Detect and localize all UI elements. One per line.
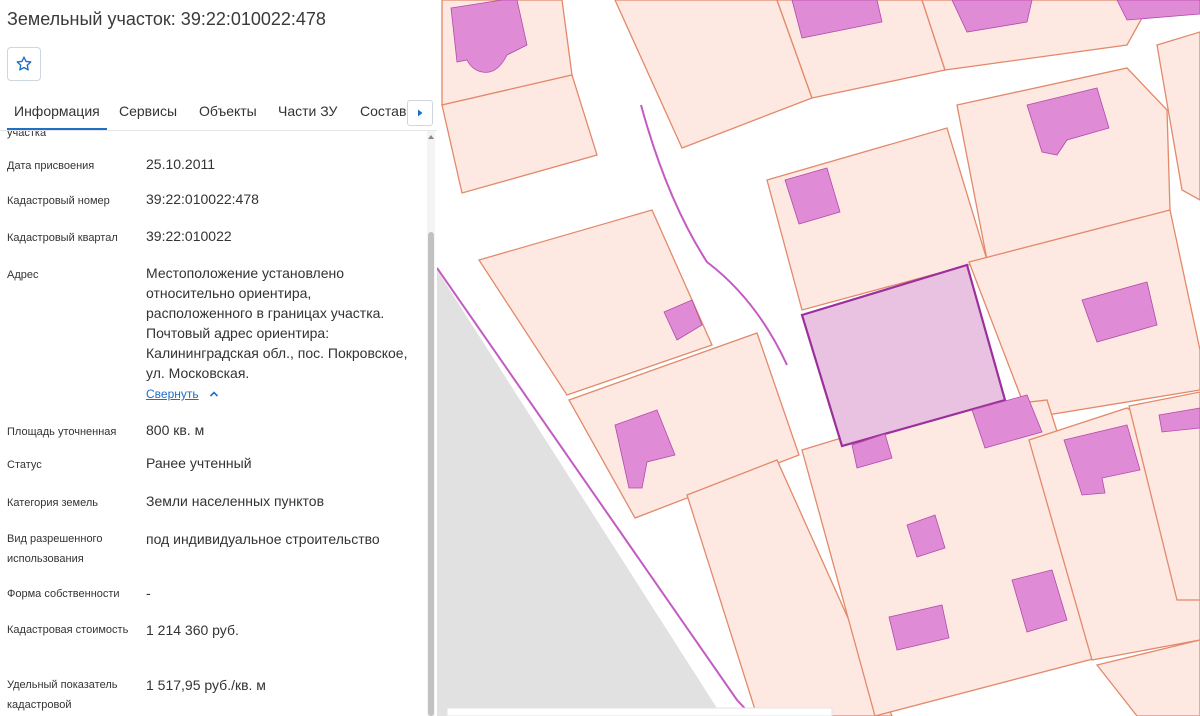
tab-information[interactable]: Информация [7, 103, 107, 130]
field-label: Вид разрешенного использования [7, 533, 103, 565]
field-value: 39:22:010022 [146, 228, 232, 244]
scroll-up-arrow-icon[interactable] [427, 133, 435, 141]
caret-right-icon [418, 109, 423, 117]
collapse-link[interactable]: Свернуть [146, 387, 199, 401]
info-list: участка Дата присвоения 25.10.2011 Кадас… [0, 131, 425, 716]
building [1116, 0, 1200, 21]
field-value: Земли населенных пунктов [146, 493, 325, 509]
cadastral-map[interactable] [437, 0, 1200, 716]
scrollbar-thumb[interactable] [428, 232, 434, 716]
field-value: Ранее учтенный [146, 455, 252, 471]
collapse-toggle[interactable]: Свернуть [146, 385, 219, 403]
field-value: 1 214 360 руб. [146, 622, 239, 638]
field-label: Кадастровый квартал [7, 232, 118, 244]
tab-objects[interactable]: Объекты [199, 103, 257, 119]
tab-composition[interactable]: Состав [360, 103, 406, 119]
field-label: Кадастровый номер [7, 195, 110, 207]
map-popup-edge [446, 707, 833, 716]
field-value: - [146, 585, 151, 601]
map-canvas[interactable] [437, 0, 1200, 716]
field-label: участка [7, 131, 47, 139]
field-label: Удельный показатель кадастровой [7, 679, 118, 711]
field-value: под индивидуальное строительство [146, 531, 380, 547]
star-outline-icon [16, 56, 32, 71]
page-title: Земельный участок: 39:22:010022:478 [7, 9, 326, 29]
tabs-next-button[interactable] [407, 100, 433, 126]
field-label: Статус [7, 459, 42, 471]
field-label: Дата присвоения [7, 160, 95, 172]
chevron-up-icon [210, 391, 219, 397]
field-label: Форма собственности [7, 588, 120, 600]
favorite-button[interactable] [7, 47, 41, 81]
field-label: Площадь уточненная [7, 426, 117, 438]
field-label: Кадастровая стоимость [7, 624, 129, 636]
tab-bar: Информация Сервисы Объекты Части ЗУ Сост… [0, 92, 437, 131]
field-value: 800 кв. м [146, 422, 205, 438]
field-value: 1 517,95 руб./кв. м [146, 677, 266, 693]
field-value: 39:22:010022:478 [146, 191, 259, 207]
field-label: Категория земель [7, 497, 98, 509]
field-label: Адрес [7, 269, 39, 281]
tab-services[interactable]: Сервисы [119, 103, 177, 119]
land-parcel[interactable] [614, 0, 813, 149]
info-panel: Земельный участок: 39:22:010022:478 Инфо… [0, 0, 437, 716]
tab-parts[interactable]: Части ЗУ [278, 103, 337, 119]
field-value: 25.10.2011 [146, 156, 216, 172]
address-value: Местоположение установлено относительно … [146, 265, 408, 381]
